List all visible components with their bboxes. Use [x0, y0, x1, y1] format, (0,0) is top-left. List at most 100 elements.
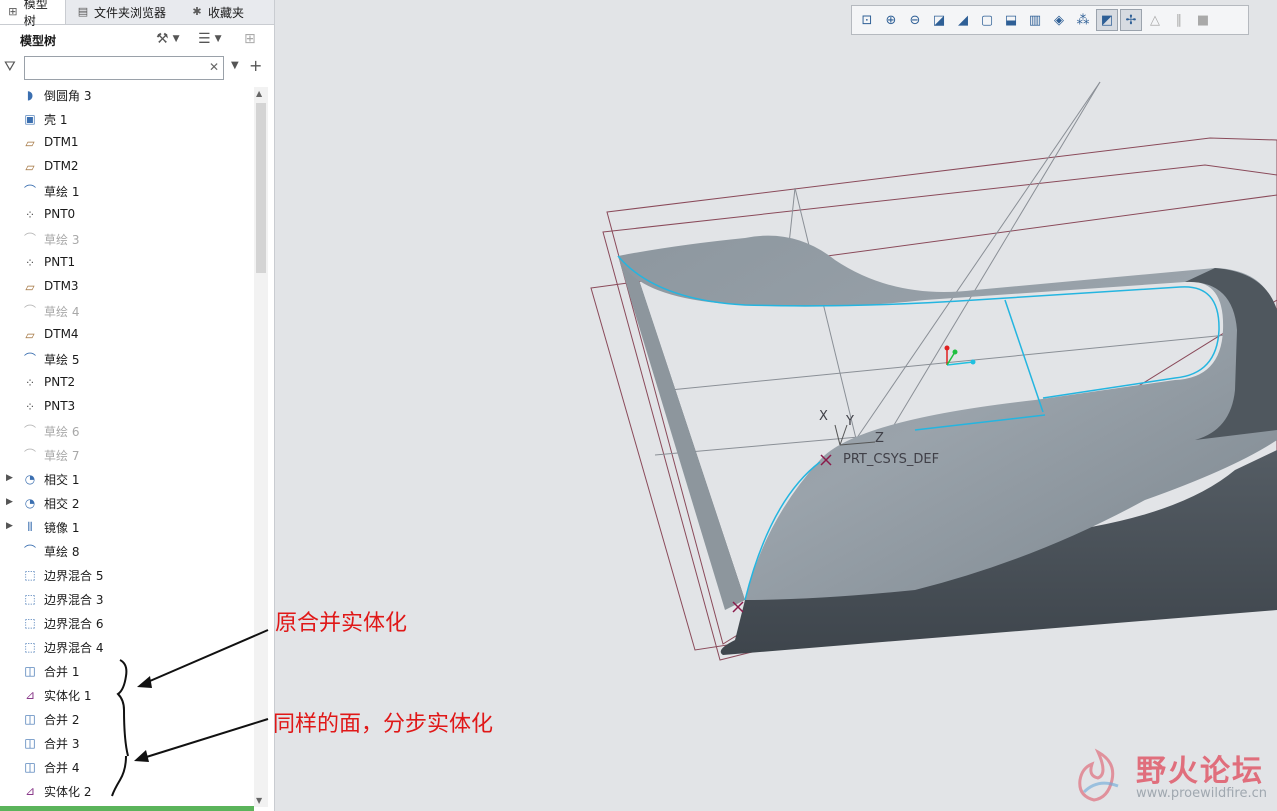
refit-icon: ⊡: [861, 12, 873, 28]
tree-item[interactable]: ⌒ 草绘 7: [0, 443, 254, 467]
tree-icon: ⊞: [8, 5, 18, 18]
chevron-down-icon: ▼: [172, 34, 180, 44]
repaint-button[interactable]: ◪: [928, 9, 950, 31]
tree-item[interactable]: ▶ ⫴ 镜像 1: [0, 515, 254, 539]
tree-item[interactable]: ⌒ 草绘 8: [0, 539, 254, 563]
datum-plane-icon: ▱: [25, 280, 35, 294]
tree-title: 模型树: [20, 34, 57, 48]
expand-arrow-icon[interactable]: ▶: [6, 521, 13, 531]
solidify-icon: ⊿: [24, 784, 36, 798]
stop-button[interactable]: ■: [1192, 9, 1214, 31]
tree-item[interactable]: ⬚ 边界混合 4: [0, 635, 254, 659]
add-icon[interactable]: +: [249, 56, 262, 75]
datum-point-icon: ⁘: [24, 400, 36, 414]
tree-item[interactable]: ▱ DTM2: [0, 155, 254, 179]
tab-model-tree[interactable]: ⊞ 模型树: [0, 0, 66, 28]
tree-item-label: 镜像 1: [44, 521, 80, 535]
tree-item[interactable]: ▱ DTM3: [0, 275, 254, 299]
tree-item[interactable]: ⁘ PNT2: [0, 371, 254, 395]
spin-center-button[interactable]: ✢: [1120, 9, 1142, 31]
tree-item[interactable]: ⌒ 草绘 3: [0, 227, 254, 251]
status-strip: [0, 806, 254, 811]
tree-item[interactable]: ▶ ◔ 相交 2: [0, 491, 254, 515]
tab-folder-browser[interactable]: ▤ 文件夹浏览器: [70, 0, 180, 24]
merge-icon: ◫: [24, 760, 36, 774]
tree-item-label: 边界混合 3: [44, 593, 104, 607]
tree-item-label: 草绘 7: [44, 449, 80, 463]
perspective-button[interactable]: ◢: [952, 9, 974, 31]
tree-item-label: 草绘 8: [44, 545, 80, 559]
tree-item[interactable]: ▣ 壳 1: [0, 107, 254, 131]
graphics-viewport[interactable]: X Y Z PRT_CSYS_DEF: [275, 0, 1277, 811]
tree-item[interactable]: ⊿ 实体化 1: [0, 683, 254, 707]
tree-item-label: PNT3: [44, 399, 76, 413]
scroll-up-icon[interactable]: ▲: [256, 89, 262, 98]
datum-display-button[interactable]: ⁂: [1072, 9, 1094, 31]
tree-item[interactable]: ⁘ PNT0: [0, 203, 254, 227]
scroll-down-icon[interactable]: ▼: [256, 796, 262, 805]
sketch-icon: ⌒: [23, 304, 36, 318]
filter-icon[interactable]: ⛛: [4, 59, 16, 75]
saved-views-button[interactable]: ⬓: [1000, 9, 1022, 31]
show-menu-button[interactable]: ☰ ▼: [198, 29, 221, 49]
flame-logo-icon: [1078, 748, 1119, 802]
folder-icon: ▤: [77, 5, 89, 18]
tree-item[interactable]: ◫ 合并 2: [0, 707, 254, 731]
tree-item[interactable]: ⬚ 边界混合 5: [0, 563, 254, 587]
pause-button[interactable]: ∥: [1168, 9, 1190, 31]
tree-item[interactable]: ▱ DTM1: [0, 131, 254, 155]
view-manager-button[interactable]: ▥: [1024, 9, 1046, 31]
tree-item-label: 相交 1: [44, 473, 80, 487]
section-button[interactable]: ◈: [1048, 9, 1070, 31]
datum-plane-icon: ▱: [25, 160, 35, 174]
tree-item[interactable]: ⌒ 草绘 5: [0, 347, 254, 371]
watermark-title: 野火论坛: [1136, 754, 1264, 789]
tree-item[interactable]: ⁘ PNT3: [0, 395, 254, 419]
tree-item-label: 实体化 2: [44, 785, 92, 799]
tree-item-label: 草绘 5: [44, 353, 80, 367]
tree-item[interactable]: ⬚ 边界混合 3: [0, 587, 254, 611]
boundary-blend-icon: ⬚: [24, 592, 36, 606]
animation-icon: △: [1150, 12, 1160, 28]
datum-point-icon: ⁘: [24, 256, 36, 270]
tree-item[interactable]: ⬚ 边界混合 6: [0, 611, 254, 635]
tree-item-label: 草绘 3: [44, 233, 80, 247]
settings-menu-button[interactable]: ⚒ ▼: [156, 29, 179, 49]
tree-item[interactable]: ⌒ 草绘 6: [0, 419, 254, 443]
datum-plane-icon: ▱: [25, 328, 35, 342]
tree-item[interactable]: ⌒ 草绘 4: [0, 299, 254, 323]
scroll-thumb[interactable]: [256, 103, 266, 273]
chevron-down-icon[interactable]: ▼: [231, 60, 239, 71]
display-style-button[interactable]: ▢: [976, 9, 998, 31]
expand-arrow-icon[interactable]: ▶: [6, 497, 13, 507]
tree-item[interactable]: ◫ 合并 3: [0, 731, 254, 755]
tree-item[interactable]: ⁘ PNT1: [0, 251, 254, 275]
round-icon: ◗: [26, 88, 34, 102]
tree-item[interactable]: ⌒ 草绘 1: [0, 179, 254, 203]
tree-item[interactable]: ⊿ 实体化 2: [0, 779, 254, 803]
tree-item[interactable]: ▶ ◔ 相交 1: [0, 467, 254, 491]
zoom-out-button[interactable]: ⊖: [904, 9, 926, 31]
zoom-in-button[interactable]: ⊕: [880, 9, 902, 31]
chevron-down-icon: ▼: [214, 34, 222, 44]
annotation-display-button[interactable]: ◩: [1096, 9, 1118, 31]
clear-icon[interactable]: ✕: [209, 60, 219, 74]
boundary-blend-icon: ⬚: [24, 568, 36, 582]
solidify-icon: ⊿: [24, 688, 36, 702]
tree-scrollbar[interactable]: ▲ ▼: [254, 87, 268, 807]
tree-item-label: DTM1: [44, 135, 79, 149]
stop-icon: ■: [1196, 12, 1210, 28]
expand-arrow-icon[interactable]: ▶: [6, 473, 13, 483]
tree-item[interactable]: ◗ 倒圆角 3: [0, 83, 254, 107]
animation-button[interactable]: △: [1144, 9, 1166, 31]
tab-favorites[interactable]: ✱ 收藏夹: [184, 0, 254, 24]
grid-view-button[interactable]: ⊞: [244, 29, 256, 49]
tree-item[interactable]: ◫ 合并 1: [0, 659, 254, 683]
tree-search-input[interactable]: [24, 56, 224, 80]
zoom-in-icon: ⊕: [885, 12, 897, 28]
refit-button[interactable]: ⊡: [856, 9, 878, 31]
tree-item-label: DTM2: [44, 159, 79, 173]
tree-item[interactable]: ▱ DTM4: [0, 323, 254, 347]
tree-item[interactable]: ◫ 合并 4: [0, 755, 254, 779]
merge-icon: ◫: [24, 736, 36, 750]
